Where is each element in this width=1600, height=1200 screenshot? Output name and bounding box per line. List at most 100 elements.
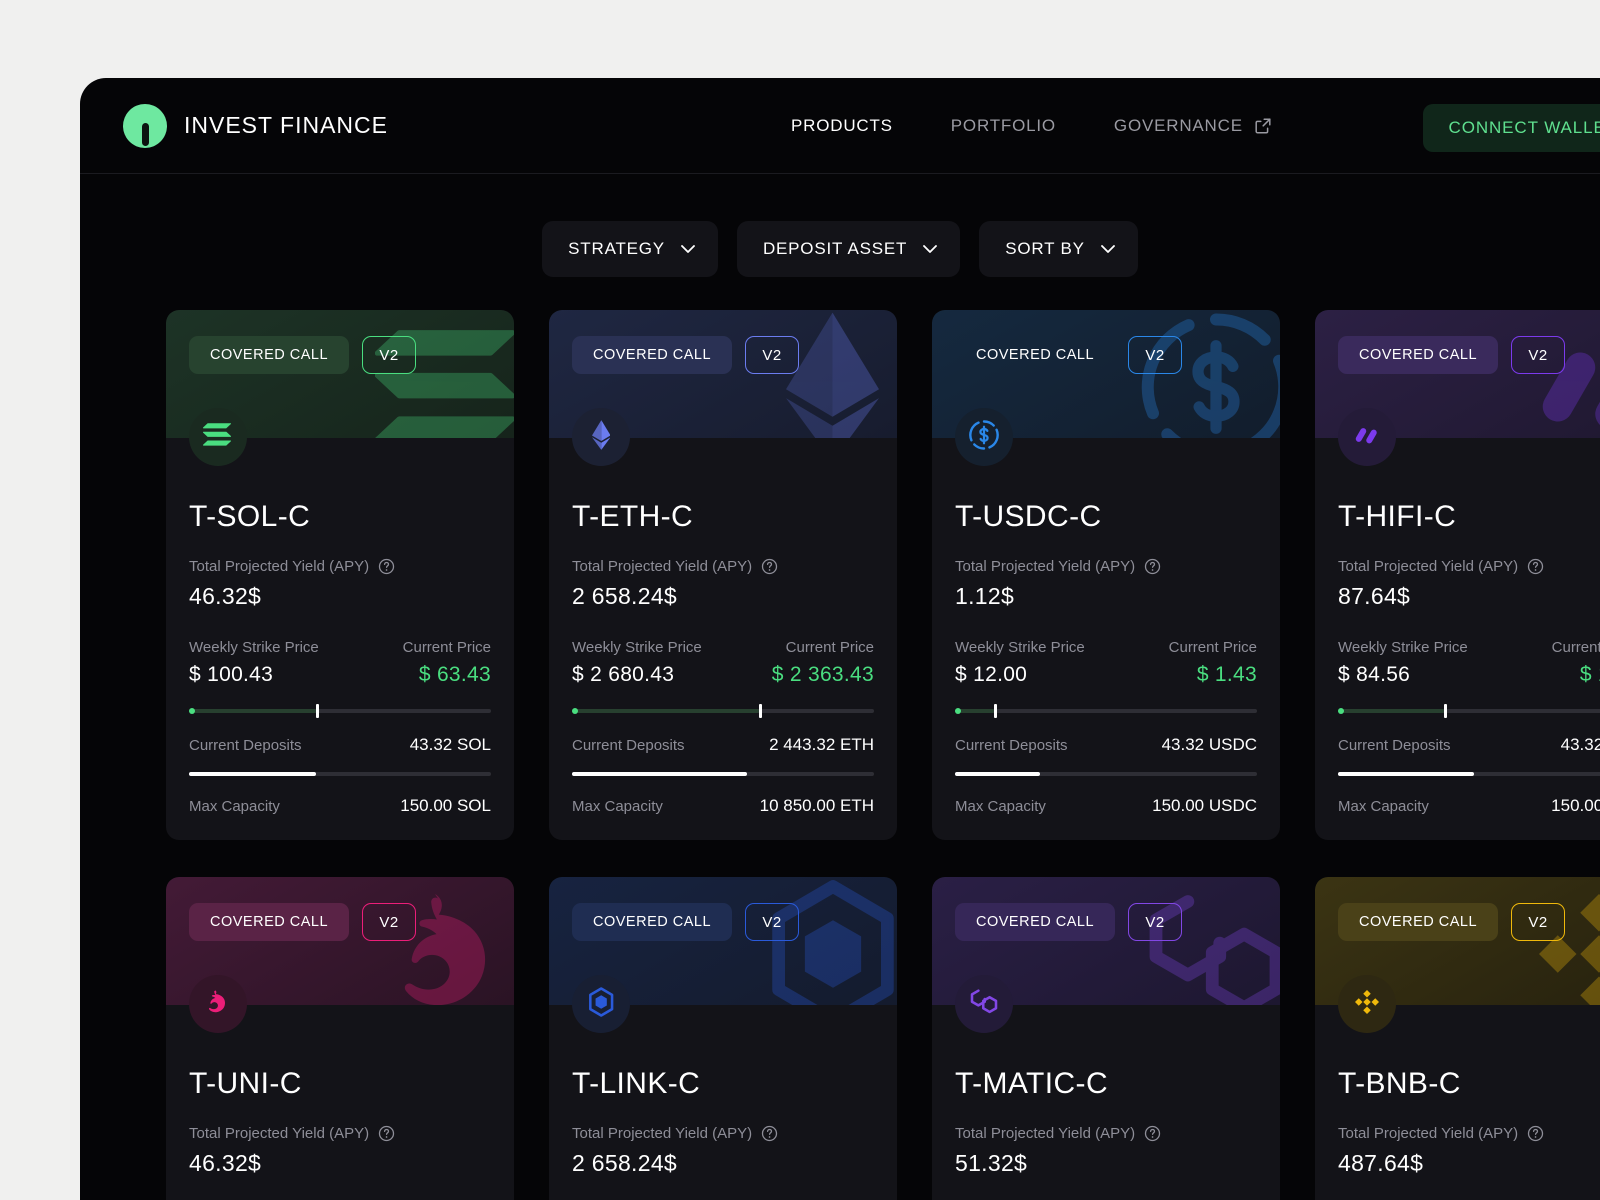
current-deposits-label: Current Deposits xyxy=(1338,737,1451,754)
current-deposits-label: Current Deposits xyxy=(572,737,685,754)
chevron-down-icon xyxy=(1100,244,1115,253)
chevron-down-icon xyxy=(923,244,938,253)
slider-start-dot xyxy=(955,708,961,714)
apy-label-row: Total Projected Yield (APY) xyxy=(1338,558,1600,575)
vault-card[interactable]: COVERED CALL V2 T-USDC-C Total Projected… xyxy=(932,310,1280,840)
max-capacity-label: Max Capacity xyxy=(189,798,280,815)
invest-finance-logo-icon xyxy=(123,103,167,148)
external-link-icon xyxy=(1255,118,1271,134)
app-window: INVEST FINANCE PRODUCTS PORTFOLIO GOVERN… xyxy=(80,78,1600,1200)
vault-card-body: T-UNI-C Total Projected Yield (APY) 46.3… xyxy=(166,1005,514,1200)
vault-card-badges: COVERED CALL V2 xyxy=(572,336,800,374)
nav-link-products[interactable]: PRODUCTS xyxy=(791,116,893,136)
current-price-label: Current Price xyxy=(402,639,491,656)
max-capacity-value: 150.00 SOL xyxy=(400,796,491,815)
slider-start-dot xyxy=(189,708,195,714)
chevron-down-icon xyxy=(681,244,695,253)
vault-card-body: T-ETH-C Total Projected Yield (APY) 2 65… xyxy=(549,438,897,840)
vault-card[interactable]: COVERED CALL V2 T-MATIC-C Total Projecte… xyxy=(932,877,1280,1200)
help-icon[interactable] xyxy=(1144,1125,1161,1142)
asset-watermark-icon xyxy=(750,312,897,438)
asset-watermark-icon xyxy=(367,312,514,438)
max-capacity-value: 150.00 HIFI xyxy=(1551,796,1600,815)
chainlink-icon xyxy=(588,986,614,1022)
version-badge: V2 xyxy=(1128,903,1183,941)
brand[interactable]: INVEST FINANCE xyxy=(123,103,388,148)
apy-label-row: Total Projected Yield (APY) xyxy=(189,558,491,575)
vault-card[interactable]: COVERED CALL V2 T-BNB-C Total Projected … xyxy=(1315,877,1600,1200)
strike-price-label: Weekly Strike Price xyxy=(1338,639,1468,656)
help-icon[interactable] xyxy=(761,558,778,575)
asset-avatar xyxy=(1338,408,1396,466)
nav-link-products-label: PRODUCTS xyxy=(791,116,893,135)
max-capacity-label: Max Capacity xyxy=(955,798,1046,815)
filter-strategy[interactable]: STRATEGY xyxy=(542,221,718,277)
help-icon[interactable] xyxy=(1144,558,1161,575)
deposits-row: Current Deposits 43.32 SOL xyxy=(189,735,491,755)
help-icon[interactable] xyxy=(1527,558,1544,575)
vault-title: T-BNB-C xyxy=(1338,1067,1461,1100)
price-labels-row: Weekly Strike Price Current Price xyxy=(1338,639,1600,656)
price-values-row: $ 100.43 $ 63.43 xyxy=(189,663,491,687)
slider-marker[interactable] xyxy=(759,704,763,718)
nav-link-portfolio-label: PORTFOLIO xyxy=(950,116,1056,135)
apy-value: 51.32$ xyxy=(955,1150,1028,1176)
strike-price-slider[interactable] xyxy=(572,704,874,718)
current-price-label: Current Price xyxy=(785,639,874,656)
asset-avatar xyxy=(572,408,630,466)
asset-avatar xyxy=(955,408,1013,466)
current-deposits-value: 43.32 USDC xyxy=(1161,735,1257,754)
connect-wallet-button[interactable]: CONNECT WALLET xyxy=(1422,104,1600,152)
usdc-icon xyxy=(969,419,999,455)
apy-label: Total Projected Yield (APY) xyxy=(955,1125,1136,1142)
vault-card-badges: COVERED CALL V2 xyxy=(1338,336,1566,374)
current-price-label: Current Price xyxy=(1551,639,1600,656)
filter-deposit-asset[interactable]: DEPOSIT ASSET xyxy=(736,221,961,277)
asset-avatar xyxy=(572,975,630,1033)
vault-card-badges: COVERED CALL V2 xyxy=(955,336,1183,374)
apy-label-row: Total Projected Yield (APY) xyxy=(572,1125,874,1142)
asset-watermark-icon xyxy=(1516,879,1600,1005)
vault-card[interactable]: COVERED CALL V2 T-SOL-C Total Projected … xyxy=(166,310,514,840)
help-icon[interactable] xyxy=(378,558,395,575)
vault-card[interactable]: COVERED CALL V2 T-HIFI-C Total Projected… xyxy=(1315,310,1600,840)
vault-card[interactable]: COVERED CALL V2 T-LINK-C Total Projected… xyxy=(549,877,897,1200)
vault-card-body: T-MATIC-C Total Projected Yield (APY) 51… xyxy=(932,1005,1280,1200)
vault-card-badges: COVERED CALL V2 xyxy=(189,903,417,941)
help-icon[interactable] xyxy=(1527,1125,1544,1142)
vault-card[interactable]: COVERED CALL V2 T-UNI-C Total Projected … xyxy=(166,877,514,1200)
apy-value: 46.32$ xyxy=(189,1150,262,1176)
deposits-progress-bar xyxy=(1338,772,1600,776)
apy-label-row: Total Projected Yield (APY) xyxy=(572,558,874,575)
nav-link-governance[interactable]: GOVERNANCE xyxy=(1114,116,1273,136)
vault-title: T-LINK-C xyxy=(572,1067,701,1100)
strike-price-slider[interactable] xyxy=(1338,704,1600,718)
asset-watermark-icon xyxy=(1516,312,1600,438)
apy-label: Total Projected Yield (APY) xyxy=(1338,558,1519,575)
strategy-badge: COVERED CALL xyxy=(189,903,350,941)
strategy-badge: COVERED CALL xyxy=(572,336,733,374)
apy-label: Total Projected Yield (APY) xyxy=(955,558,1136,575)
top-navigation-bar: INVEST FINANCE PRODUCTS PORTFOLIO GOVERN… xyxy=(80,78,1600,174)
capacity-row: Max Capacity 10 850.00 ETH xyxy=(572,796,874,816)
asset-watermark-icon xyxy=(1133,879,1280,1005)
slider-marker[interactable] xyxy=(315,704,319,718)
nav-link-portfolio[interactable]: PORTFOLIO xyxy=(951,116,1056,136)
strike-price-slider[interactable] xyxy=(955,704,1257,718)
help-icon[interactable] xyxy=(378,1125,395,1142)
slider-marker[interactable] xyxy=(994,704,998,718)
vault-card[interactable]: COVERED CALL V2 T-ETH-C Total Projected … xyxy=(549,310,897,840)
asset-watermark-icon xyxy=(367,879,514,1005)
deposits-row: Current Deposits 43.32 USDC xyxy=(955,735,1257,755)
price-values-row: $ 84.56 $ 1.43 xyxy=(1338,663,1600,687)
help-icon[interactable] xyxy=(761,1125,778,1142)
vault-card-body: T-USDC-C Total Projected Yield (APY) 1.1… xyxy=(932,438,1280,840)
filters-bar: STRATEGY DEPOSIT ASSET SORT BY xyxy=(80,221,1600,277)
price-labels-row: Weekly Strike Price Current Price xyxy=(189,639,491,656)
deposits-progress-bar xyxy=(955,772,1257,776)
slider-marker[interactable] xyxy=(1443,704,1447,718)
strike-price-slider[interactable] xyxy=(189,704,491,718)
filter-sort-by[interactable]: SORT BY xyxy=(979,221,1138,277)
version-badge: V2 xyxy=(1511,903,1566,941)
filter-strategy-label: STRATEGY xyxy=(568,239,665,258)
